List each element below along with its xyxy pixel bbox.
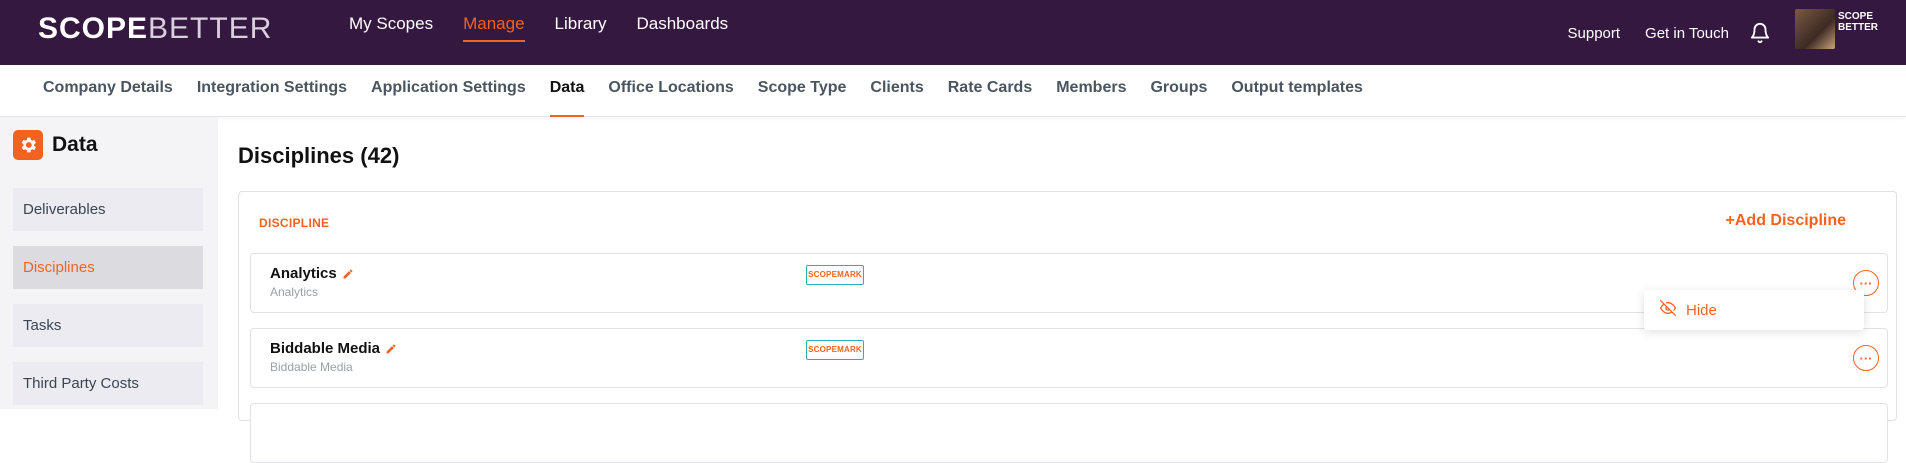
tab-groups[interactable]: Groups [1150, 65, 1207, 117]
top-right-actions: Support Get in Touch SCOPEBETTER [1543, 17, 1906, 49]
primary-nav: My Scopes Manage Library Dashboards [349, 14, 728, 42]
column-header-discipline: DISCIPLINE [259, 216, 329, 230]
discipline-subtitle: Analytics [270, 285, 318, 299]
bell-icon[interactable] [1749, 22, 1771, 44]
nav-manage[interactable]: Manage [463, 14, 524, 42]
sidebar-title: Data [52, 133, 98, 157]
eye-off-icon [1660, 300, 1676, 321]
top-navbar: SCOPEBETTER My Scopes Manage Library Das… [0, 0, 1906, 65]
tab-members[interactable]: Members [1056, 65, 1126, 117]
row-actions-menu: Hide [1644, 290, 1864, 330]
sidebar-item-deliverables[interactable]: Deliverables [13, 188, 203, 231]
tab-office-locations[interactable]: Office Locations [608, 65, 733, 117]
sidebar-item-third-party-costs[interactable]: Third Party Costs [13, 362, 203, 405]
company-logo: SCOPEBETTER [1838, 11, 1886, 43]
discipline-row[interactable]: Analytics Analytics SCOPEMARK ··· [250, 253, 1888, 313]
hide-menu-item[interactable]: Hide [1686, 302, 1717, 319]
add-discipline-button[interactable]: +Add Discipline [1726, 212, 1846, 230]
pencil-icon[interactable] [385, 343, 397, 355]
tab-rate-cards[interactable]: Rate Cards [948, 65, 1032, 117]
get-in-touch-link[interactable]: Get in Touch [1645, 25, 1729, 42]
page-title: Disciplines (42) [238, 143, 399, 169]
tab-output-templates[interactable]: Output templates [1231, 65, 1363, 117]
tab-data[interactable]: Data [550, 65, 585, 117]
avatar[interactable] [1795, 9, 1835, 49]
pencil-icon[interactable] [342, 268, 354, 280]
tab-application-settings[interactable]: Application Settings [371, 65, 526, 117]
sidebar-header: Data [13, 130, 98, 160]
discipline-subtitle: Biddable Media [270, 360, 353, 374]
nav-dashboards[interactable]: Dashboards [637, 14, 729, 42]
discipline-row[interactable]: Biddable Media Biddable Media SCOPEMARK … [250, 328, 1888, 388]
sidebar: Data Deliverables Disciplines Tasks Thir… [0, 117, 218, 409]
scopemark-badge: SCOPEMARK [806, 265, 864, 285]
tab-company-details[interactable]: Company Details [43, 65, 173, 117]
discipline-name: Analytics [270, 265, 354, 282]
gear-icon [13, 130, 43, 160]
tab-clients[interactable]: Clients [870, 65, 923, 117]
discipline-row[interactable] [250, 403, 1888, 463]
secondary-nav: Company Details Integration Settings App… [0, 65, 1906, 117]
more-options-button[interactable]: ··· [1853, 345, 1879, 371]
scopemark-badge: SCOPEMARK [806, 340, 864, 360]
nav-library[interactable]: Library [555, 14, 607, 42]
tab-scope-type[interactable]: Scope Type [758, 65, 847, 117]
sidebar-item-disciplines[interactable]: Disciplines [13, 246, 203, 289]
app-logo[interactable]: SCOPEBETTER [38, 12, 272, 46]
support-link[interactable]: Support [1568, 25, 1621, 42]
discipline-name: Biddable Media [270, 340, 397, 357]
tab-integration-settings[interactable]: Integration Settings [197, 65, 347, 117]
sidebar-item-tasks[interactable]: Tasks [13, 304, 203, 347]
nav-my-scopes[interactable]: My Scopes [349, 14, 433, 42]
